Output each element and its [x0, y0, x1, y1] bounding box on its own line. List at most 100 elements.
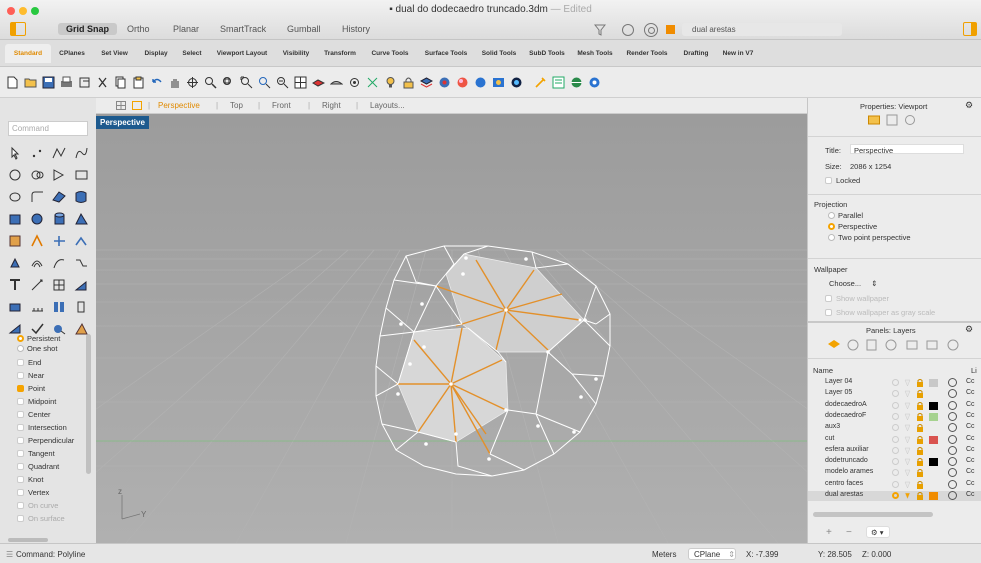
tab-mesh-tools[interactable]: Mesh Tools	[572, 44, 618, 63]
light-bulb-icon[interactable]	[904, 481, 911, 489]
copy-icon[interactable]	[114, 76, 127, 89]
show-wallpaper-checkbox[interactable]: Show wallpaper	[825, 294, 889, 303]
layer-color-swatch[interactable]	[929, 481, 938, 489]
ellipse-tool-icon[interactable]	[8, 190, 23, 204]
lock-icon[interactable]	[402, 76, 415, 89]
layer-color-swatch[interactable]	[929, 390, 938, 398]
units-label[interactable]: Meters	[652, 550, 676, 559]
layer-row[interactable]: Layer 04 Cc	[808, 378, 981, 388]
join-tool-icon[interactable]	[74, 234, 89, 248]
polygon-tool-icon[interactable]	[52, 168, 67, 182]
trim-tool-icon[interactable]	[30, 234, 45, 248]
light-bulb-icon[interactable]	[904, 390, 911, 398]
loft-tool-icon[interactable]	[74, 190, 89, 204]
material-icon[interactable]	[948, 423, 957, 433]
current-layer-field[interactable]: dual arestas	[682, 23, 842, 36]
current-layer-indicator-icon[interactable]	[892, 379, 899, 386]
car-icon[interactable]	[330, 76, 343, 89]
properties-menu-icon[interactable]: ⚙	[965, 100, 973, 111]
padlock-icon[interactable]	[916, 401, 923, 410]
rendered-view-icon[interactable]	[492, 76, 505, 89]
light-bulb-icon[interactable]	[904, 436, 911, 444]
object-properties-icon[interactable]	[886, 114, 898, 126]
save-icon[interactable]	[42, 76, 55, 89]
move-tool-icon[interactable]	[8, 300, 23, 314]
panel-toggle-icon[interactable]	[963, 22, 977, 36]
padlock-icon[interactable]	[916, 379, 923, 387]
planar-toggle[interactable]: Planar	[173, 24, 199, 34]
light-bulb-icon[interactable]	[904, 469, 911, 478]
sphere-tool-icon[interactable]	[30, 212, 45, 226]
ortho-toggle[interactable]: Ortho	[127, 24, 150, 34]
layers-scrollbar[interactable]	[813, 512, 933, 517]
viewport-properties-icon[interactable]	[868, 114, 880, 126]
current-layer-indicator-icon[interactable]	[892, 412, 899, 420]
material-icon[interactable]	[948, 389, 957, 399]
osnap-center[interactable]: Center	[17, 410, 51, 419]
layer-row[interactable]: dodecaedroF Cc	[808, 411, 981, 422]
smarttrack-toggle[interactable]: SmartTrack	[220, 24, 266, 34]
zoom-extents-all-icon[interactable]	[276, 76, 289, 89]
light-bulb-icon[interactable]	[904, 413, 911, 421]
point-tool-icon[interactable]	[30, 146, 45, 160]
box-tool-icon[interactable]	[8, 212, 23, 226]
layer-color-swatch[interactable]	[929, 379, 938, 387]
osnap-quadrant[interactable]: Quadrant	[17, 462, 59, 471]
current-layer-indicator-icon[interactable]	[892, 458, 899, 466]
libraries-tab-icon[interactable]	[866, 339, 877, 351]
cplane-dropdown[interactable]: CPlane ⇕	[688, 548, 736, 560]
tab-render-tools[interactable]: Render Tools	[620, 44, 674, 63]
padlock-icon[interactable]	[916, 446, 923, 455]
current-layer-indicator-icon[interactable]	[892, 492, 899, 499]
material-icon[interactable]	[456, 76, 469, 89]
text-tool-icon[interactable]	[8, 278, 23, 292]
tab-surface-tools[interactable]: Surface Tools	[418, 44, 474, 63]
rotate-view-icon[interactable]	[186, 76, 199, 89]
rebuild-tool-icon[interactable]	[52, 256, 67, 270]
tab-front[interactable]: Front	[272, 101, 291, 110]
material-icon[interactable]	[948, 468, 957, 478]
current-layer-indicator-icon[interactable]	[892, 435, 899, 443]
tab-layouts[interactable]: Layouts...	[370, 101, 405, 110]
perspective-viewport[interactable]: z Y	[96, 114, 807, 543]
circle-tool-icon[interactable]	[8, 168, 23, 182]
osnap-vertex[interactable]: Vertex	[17, 488, 49, 497]
add-layer-button[interactable]: +	[826, 527, 832, 538]
light-bulb-icon[interactable]	[904, 402, 911, 410]
zoom-extents-icon[interactable]	[240, 76, 253, 89]
osnap-intersection[interactable]: Intersection	[17, 423, 67, 432]
tab-new-in-v7[interactable]: New in V7	[718, 44, 758, 63]
blend-tool-icon[interactable]	[74, 256, 89, 270]
osnap-scrollbar[interactable]	[86, 334, 91, 474]
render-icon[interactable]	[438, 76, 451, 89]
tab-drafting[interactable]: Drafting	[676, 44, 716, 63]
layer-options-button[interactable]: ⚙ ▾	[866, 526, 890, 538]
globe-icon[interactable]	[570, 76, 583, 89]
select-arrow-icon[interactable]	[8, 146, 23, 160]
osnap-one-shot[interactable]: One shot	[17, 344, 57, 353]
zoom-selected-icon[interactable]	[258, 76, 271, 89]
array-tool-icon[interactable]	[30, 300, 45, 314]
zoom-window-icon[interactable]	[222, 76, 235, 89]
osnap-knot[interactable]: Knot	[17, 475, 43, 484]
environments-tab-icon[interactable]	[885, 339, 897, 351]
layer-row[interactable]: dodetruncado Cc	[808, 457, 981, 467]
help-icon[interactable]	[588, 76, 601, 89]
tab-cplanes[interactable]: CPlanes	[53, 44, 91, 63]
gumball-tool-icon[interactable]	[366, 76, 379, 89]
layer-row[interactable]: cut Cc	[808, 434, 981, 445]
material-icon[interactable]	[948, 479, 957, 489]
layer-row[interactable]: aux3 Cc	[808, 423, 981, 433]
layer-color-swatch[interactable]	[929, 492, 938, 500]
grid-snap-toggle[interactable]: Grid Snap	[58, 23, 118, 35]
split-tool-icon[interactable]	[52, 234, 67, 248]
padlock-icon[interactable]	[916, 390, 923, 399]
viewport-title-label[interactable]: Perspective	[96, 116, 149, 129]
viewport-grid-icon[interactable]	[116, 101, 126, 110]
sidebar-toggle-icon[interactable]	[10, 22, 26, 36]
layer-color-swatch[interactable]	[929, 435, 938, 444]
layer-color-swatch[interactable]	[929, 469, 938, 477]
padlock-icon[interactable]	[916, 469, 923, 478]
dimension-tool-icon[interactable]	[30, 278, 45, 292]
current-layer-indicator-icon[interactable]	[892, 401, 899, 409]
